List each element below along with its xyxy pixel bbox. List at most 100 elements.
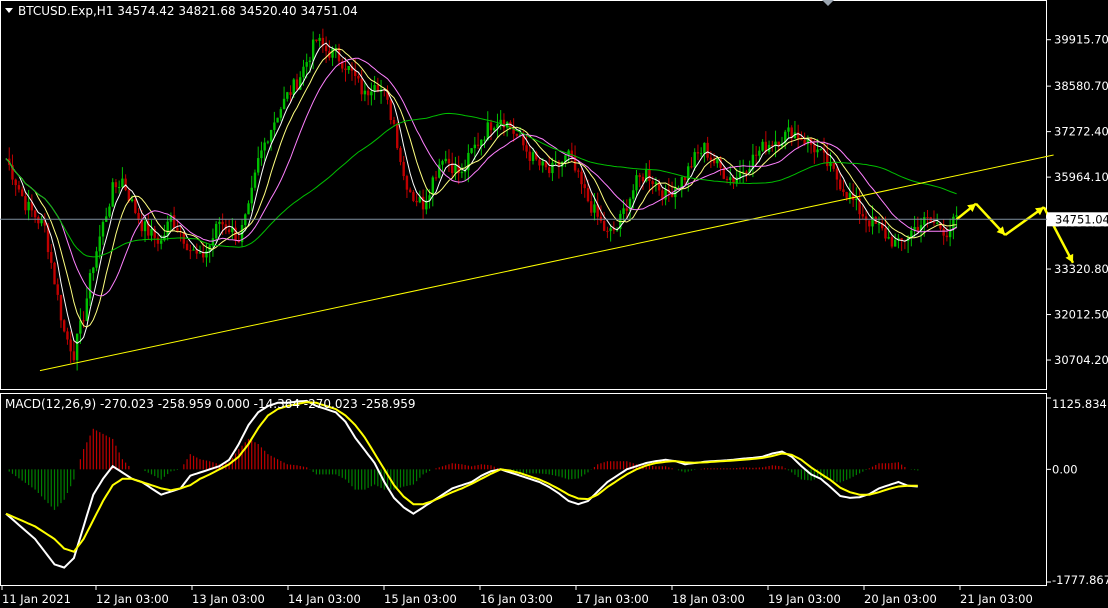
candle-body xyxy=(279,109,283,118)
candle-body xyxy=(266,141,270,143)
candle-body xyxy=(832,161,835,169)
macd-header-text: MACD(12,26,9) -270.023 -258.959 0.000 -1… xyxy=(5,397,416,411)
price-tick-label: 32012.50 xyxy=(1054,308,1108,322)
candle-body xyxy=(638,175,641,177)
candle-body xyxy=(117,187,121,189)
candle-body xyxy=(134,199,137,213)
candle-body xyxy=(842,189,845,192)
candle-body xyxy=(305,62,308,67)
candle-body xyxy=(890,237,894,247)
candle-body xyxy=(486,122,489,140)
price-tick-label: 30704.20 xyxy=(1054,353,1108,367)
candle-body xyxy=(82,320,85,322)
candle-body xyxy=(412,192,415,201)
candle-body xyxy=(69,339,72,352)
candle-body xyxy=(257,158,260,173)
symbol-header[interactable]: BTCUSD.Exp,H1 34574.42 34821.68 34520.40… xyxy=(5,4,358,18)
candle-body xyxy=(476,144,480,146)
macd-tick-label: -1777.867 xyxy=(1052,573,1108,587)
candle-body xyxy=(952,216,955,230)
candle-body xyxy=(703,142,706,154)
price-tick-label: 35964.10 xyxy=(1054,170,1108,184)
candle-body xyxy=(95,251,98,268)
candle-body xyxy=(360,78,363,95)
candle-body xyxy=(473,144,477,149)
candle-body xyxy=(37,217,40,224)
candle-body xyxy=(654,182,658,185)
candle-body xyxy=(263,142,266,151)
candle-body xyxy=(415,200,418,203)
time-tick-label: 12 Jan 03:00 xyxy=(96,592,169,606)
time-tick-label: 16 Jan 03:00 xyxy=(480,592,553,606)
candle-body xyxy=(819,148,822,150)
dropdown-triangle-icon[interactable] xyxy=(5,8,13,13)
candle-body xyxy=(282,98,286,110)
candle-body xyxy=(648,169,651,182)
candle-body xyxy=(483,139,486,141)
trading-chart[interactable]: 39915.7038580.7037272.4035964.1034656.20… xyxy=(0,0,1108,608)
candle-body xyxy=(813,144,816,153)
macd-indicator xyxy=(5,399,919,569)
candle-body xyxy=(198,252,202,254)
time-axis[interactable]: 11 Jan 2021 12 Jan 03:00 13 Jan 03:00 14 Ja… xyxy=(1,586,1033,606)
candle-body xyxy=(121,178,124,188)
candle-body xyxy=(311,39,315,61)
candle-body xyxy=(370,91,373,96)
candle-body xyxy=(17,185,21,190)
candle-body xyxy=(189,250,192,252)
candle-body xyxy=(392,119,396,124)
time-tick-label: 20 Jan 03:00 xyxy=(864,592,937,606)
candle-body xyxy=(447,158,451,164)
candle-body xyxy=(318,37,321,41)
candle-body xyxy=(690,166,693,168)
candle-body xyxy=(33,210,37,218)
candle-body xyxy=(839,179,842,190)
candle-body xyxy=(66,331,69,340)
candle-body xyxy=(27,201,30,211)
candle-body xyxy=(92,267,95,274)
candle-body xyxy=(56,284,59,295)
candle-body xyxy=(923,217,926,226)
candle-body xyxy=(59,294,63,321)
candle-body xyxy=(143,221,147,232)
time-tick-label: 19 Jan 03:00 xyxy=(768,592,841,606)
candle-body xyxy=(548,167,551,174)
candle-body xyxy=(541,161,544,166)
time-tick-label: 17 Jan 03:00 xyxy=(576,592,649,606)
candle-body xyxy=(114,182,118,188)
trendline-layer[interactable] xyxy=(39,154,1054,372)
macd-axis[interactable]: 1125.834 0.00 -1777.867 xyxy=(1047,397,1108,587)
candle-body xyxy=(160,240,163,244)
candle-body xyxy=(130,199,134,202)
candle-body xyxy=(460,172,464,174)
scroll-marker-icon[interactable] xyxy=(822,0,834,6)
candle-body xyxy=(729,177,732,180)
candle-body xyxy=(396,123,399,149)
candle-body xyxy=(525,145,528,152)
candle-body xyxy=(150,228,153,236)
candle-body xyxy=(402,161,405,177)
candle-body xyxy=(716,159,719,164)
candle-body xyxy=(108,206,111,217)
candle-body xyxy=(835,168,839,180)
candle-body xyxy=(331,48,334,58)
moving-averages xyxy=(5,42,957,344)
candle-body xyxy=(586,188,590,202)
candle-body xyxy=(289,92,292,95)
candle-body xyxy=(269,129,273,142)
main-pane-frame xyxy=(0,0,1047,390)
candle-body xyxy=(845,191,848,198)
price-axis[interactable]: 39915.7038580.7037272.4035964.1034656.20… xyxy=(1047,33,1108,367)
ma-slow-line xyxy=(5,57,957,297)
symbol-header-text: BTCUSD.Exp,H1 34574.42 34821.68 34520.40… xyxy=(18,4,358,18)
candle-body xyxy=(347,65,350,71)
current-price-label: 34751.04 xyxy=(1055,212,1108,226)
candle-body xyxy=(192,249,195,251)
candle-body xyxy=(926,217,929,219)
candle-body xyxy=(441,161,444,165)
candle-body xyxy=(470,148,473,153)
candle-body xyxy=(877,223,881,225)
candle-body xyxy=(622,208,625,214)
candle-body xyxy=(771,144,774,146)
candle-body xyxy=(292,79,295,95)
